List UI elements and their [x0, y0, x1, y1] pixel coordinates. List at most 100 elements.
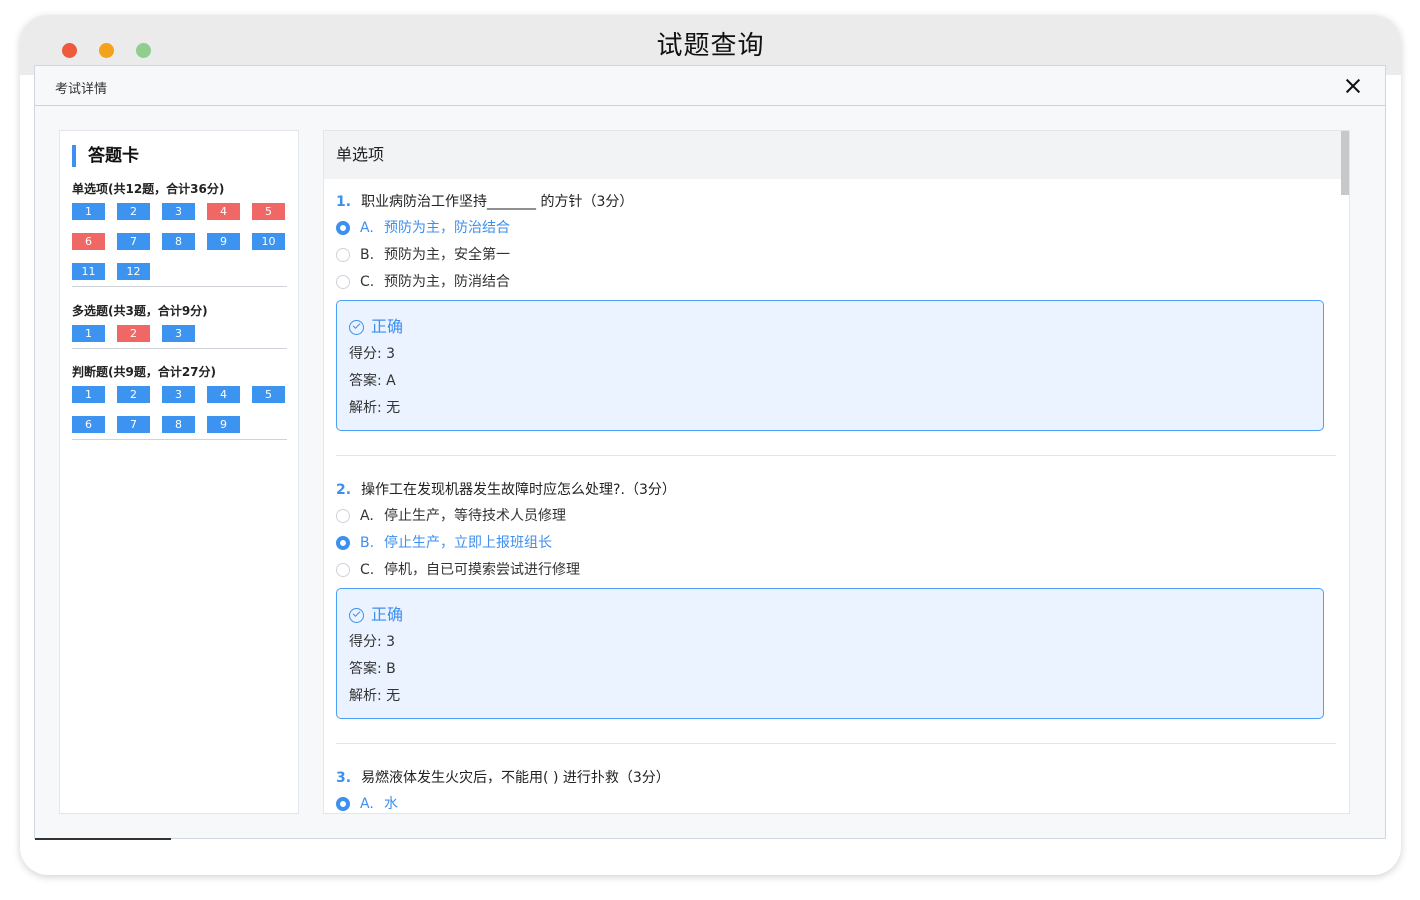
question-nav-button[interactable]: 2 — [117, 386, 150, 403]
option-letter: B. — [360, 535, 375, 551]
radio-icon[interactable] — [336, 797, 350, 811]
question-item: 1. 职业病防治工作坚持_______ 的方针（3分） A. 预防为主，防治结合 B… — [336, 192, 1336, 431]
question-nav-button[interactable]: 3 — [162, 386, 195, 403]
question-nav-button[interactable]: 6 — [72, 233, 105, 250]
section-single-choice: 单选项(共12题，合计36分) 1 2 3 4 5 6 7 8 9 10 11 … — [72, 179, 287, 287]
question-nav-button[interactable]: 4 — [207, 386, 240, 403]
option-text: 停机，自已可摸索尝试进行修理 — [384, 562, 580, 578]
radio-icon[interactable] — [336, 563, 350, 577]
result-box: 正确 得分: 3 答案: A 解析: 无 — [336, 300, 1324, 431]
option-letter: A. — [360, 508, 374, 524]
option-letter: C. — [360, 274, 375, 290]
question-nav-button[interactable]: 4 — [207, 203, 240, 220]
dialog-header: 考试详情 — [35, 66, 1385, 106]
question-nav-button[interactable]: 9 — [207, 233, 240, 250]
question-title: 3. 易燃液体发生火灾后，不能用( ) 进行扑救（3分） — [336, 768, 1336, 788]
question-nav-button[interactable]: 2 — [117, 325, 150, 342]
question-panel: 单选项 1. 职业病防治工作坚持_______ 的方针（3分） A. 预防为主，防治… — [323, 130, 1350, 814]
question-nav-button[interactable]: 1 — [72, 386, 105, 403]
result-status-text: 正确 — [371, 605, 404, 624]
option-item[interactable]: B. 停止生产，立即上报班组长 — [336, 530, 1336, 557]
question-nav-button[interactable]: 7 — [117, 233, 150, 250]
question-nav-button[interactable]: 5 — [252, 386, 285, 403]
result-score: 得分: 3 — [349, 346, 396, 362]
radio-icon[interactable] — [336, 509, 350, 523]
question-divider — [336, 743, 1336, 744]
option-text: 停止生产，立即上报班组长 — [384, 535, 552, 551]
option-item[interactable]: A. 预防为主，防治结合 — [336, 215, 1336, 242]
question-text: 操作工在发现机器发生故障时应怎么处理?.（3分） — [361, 482, 676, 498]
section-true-false: 判断题(共9题，合计27分) 1 2 3 4 5 6 7 8 9 — [72, 362, 287, 440]
option-item[interactable]: C. 预防为主，防消结合 — [336, 269, 1336, 296]
option-letter: A. — [360, 220, 374, 236]
question-grid: 1 2 3 — [72, 325, 287, 355]
option-text: 停止生产，等待技术人员修理 — [384, 508, 566, 524]
scrollbar-thumb[interactable] — [1341, 131, 1349, 195]
question-text: 易燃液体发生火灾后，不能用( ) 进行扑救（3分） — [361, 770, 670, 786]
question-number: 1. — [336, 194, 352, 210]
question-item: 3. 易燃液体发生火灾后，不能用( ) 进行扑救（3分） A. 水 — [336, 768, 1336, 813]
radio-icon[interactable] — [336, 275, 350, 289]
result-analysis: 解析: 无 — [349, 400, 401, 416]
close-icon[interactable] — [1341, 74, 1365, 98]
result-status-text: 正确 — [371, 317, 404, 336]
option-text: 预防为主，防消结合 — [384, 274, 510, 290]
question-nav-button[interactable]: 9 — [207, 416, 240, 433]
result-answer: 答案: B — [349, 661, 396, 677]
question-number: 2. — [336, 482, 352, 498]
question-grid: 1 2 3 4 5 6 7 8 9 10 11 12 — [72, 203, 287, 293]
question-nav-button[interactable]: 1 — [72, 203, 105, 220]
question-text: 职业病防治工作坚持_______ 的方针（3分） — [361, 194, 634, 210]
option-text: 水 — [384, 796, 398, 812]
question-nav-button[interactable]: 6 — [72, 416, 105, 433]
question-nav-button[interactable]: 3 — [162, 203, 195, 220]
question-title: 1. 职业病防治工作坚持_______ 的方针（3分） — [336, 192, 1336, 212]
answer-card-header: 答题卡 — [72, 145, 139, 167]
section-title: 多选题(共3题，合计9分) — [72, 304, 208, 318]
section-multiple-choice: 多选题(共3题，合计9分) 1 2 3 — [72, 301, 287, 349]
dialog-title: 考试详情 — [55, 82, 108, 97]
result-answer: 答案: A — [349, 373, 396, 389]
question-nav-button[interactable]: 8 — [162, 416, 195, 433]
question-nav-button[interactable]: 12 — [117, 263, 150, 280]
answer-card: 答题卡 单选项(共12题，合计36分) 1 2 3 4 5 6 7 8 9 10… — [59, 130, 299, 814]
radio-icon[interactable] — [336, 536, 350, 550]
question-grid: 1 2 3 4 5 6 7 8 9 — [72, 386, 287, 446]
option-text: 预防为主，防治结合 — [384, 220, 510, 236]
option-item[interactable]: A. 停止生产，等待技术人员修理 — [336, 503, 1336, 530]
result-analysis: 解析: 无 — [349, 688, 401, 704]
question-nav-button[interactable]: 2 — [117, 203, 150, 220]
radio-icon[interactable] — [336, 221, 350, 235]
window-title: 试题查询 — [656, 31, 765, 61]
section-title: 判断题(共9题，合计27分) — [72, 365, 217, 379]
option-list: A. 停止生产，等待技术人员修理 B. 停止生产，立即上报班组长 C. 停机，自已可摸… — [336, 503, 1336, 584]
question-section-header: 单选项 — [324, 131, 1349, 179]
option-list: A. 预防为主，防治结合 B. 预防为主，安全第一 C. 预防为主，防消结合 — [336, 215, 1336, 296]
result-box: 正确 得分: 3 答案: B 解析: 无 — [336, 588, 1324, 719]
check-circle-icon — [349, 608, 364, 623]
question-nav-button[interactable]: 10 — [252, 233, 285, 250]
question-title: 2. 操作工在发现机器发生故障时应怎么处理?.（3分） — [336, 480, 1336, 500]
option-item[interactable]: C. 停机，自已可摸索尝试进行修理 — [336, 557, 1336, 584]
app-window: 试题查询 考试详情 答题卡 单选项(共12题，合计36分) 1 2 3 4 5 … — [20, 15, 1401, 875]
exam-detail-dialog: 考试详情 答题卡 单选项(共12题，合计36分) 1 2 3 4 5 6 7 8 — [34, 65, 1386, 840]
answer-card-title: 答题卡 — [88, 146, 139, 166]
question-nav-button[interactable]: 3 — [162, 325, 195, 342]
radio-icon[interactable] — [336, 248, 350, 262]
question-nav-button[interactable]: 8 — [162, 233, 195, 250]
question-nav-button[interactable]: 7 — [117, 416, 150, 433]
question-nav-button[interactable]: 1 — [72, 325, 105, 342]
question-divider — [336, 455, 1336, 456]
option-text: 预防为主，安全第一 — [384, 247, 510, 263]
question-number: 3. — [336, 770, 352, 786]
option-letter: C. — [360, 562, 375, 578]
option-letter: A. — [360, 796, 374, 812]
question-item: 2. 操作工在发现机器发生故障时应怎么处理?.（3分） A. 停止生产，等待技术人员… — [336, 480, 1336, 719]
result-status: 正确 — [349, 315, 1311, 339]
option-item[interactable]: B. 预防为主，安全第一 — [336, 242, 1336, 269]
section-title: 单选项(共12题，合计36分) — [72, 182, 225, 196]
question-nav-button[interactable]: 5 — [252, 203, 285, 220]
option-item[interactable]: A. 水 — [336, 791, 1336, 813]
option-letter: B. — [360, 247, 375, 263]
question-nav-button[interactable]: 11 — [72, 263, 105, 280]
